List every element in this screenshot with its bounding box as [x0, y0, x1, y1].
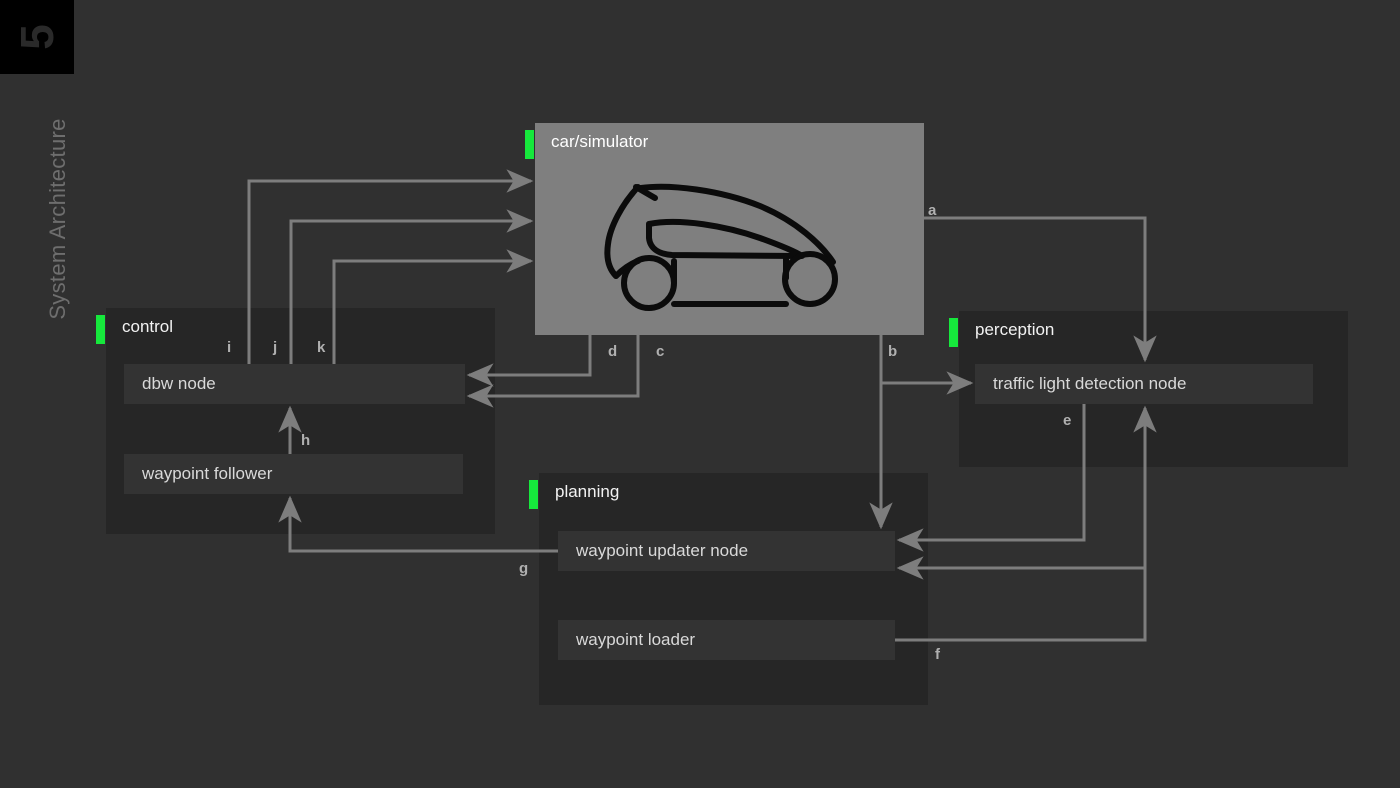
- node-dbw[interactable]: dbw node: [124, 364, 465, 404]
- accent-bar-simulator: [525, 130, 534, 159]
- edge-label-c: c: [656, 343, 665, 360]
- edge-label-e: e: [1063, 412, 1072, 429]
- edge-label-d: d: [608, 343, 618, 360]
- node-label-waypoint_loader: waypoint loader: [576, 630, 696, 649]
- node-waypoint_loader[interactable]: waypoint loader: [558, 620, 895, 660]
- node-traffic_light[interactable]: traffic light detection node: [975, 364, 1313, 404]
- node-waypoint_updater[interactable]: waypoint updater node: [558, 531, 895, 571]
- edge-label-h: h: [301, 432, 311, 449]
- group-planning: [539, 473, 928, 705]
- edge-label-i: i: [227, 339, 232, 356]
- edge-label-k: k: [317, 339, 326, 356]
- slide-number: 5: [11, 24, 63, 50]
- slide-number-badge: 5: [0, 0, 74, 74]
- node-waypoint_follower[interactable]: waypoint follower: [124, 454, 463, 494]
- edge-label-j: j: [273, 339, 278, 356]
- node-label-waypoint_follower: waypoint follower: [142, 464, 273, 483]
- edge-label-g: g: [519, 560, 529, 577]
- slide-canvas: 5 System Architecture control car/simulat…: [0, 0, 1400, 788]
- slide-rail-title: System Architecture: [45, 118, 70, 320]
- group-label-control: control: [122, 317, 174, 336]
- edge-label-f: f: [935, 646, 940, 663]
- node-label-traffic_light: traffic light detection node: [993, 374, 1187, 393]
- group-label-planning: planning: [555, 482, 620, 501]
- accent-bar-planning: [529, 480, 538, 509]
- edge-label-b: b: [888, 343, 898, 360]
- node-label-waypoint_updater: waypoint updater node: [576, 541, 749, 560]
- edge-label-a: a: [928, 202, 937, 219]
- accent-bar-control: [96, 315, 105, 344]
- simulator-panel: [535, 123, 924, 335]
- accent-bar-perception: [949, 318, 958, 347]
- node-label-dbw: dbw node: [142, 374, 216, 393]
- group-label-simulator: car/simulator: [551, 132, 649, 151]
- group-label-perception: perception: [975, 320, 1055, 339]
- group-control: [106, 308, 495, 534]
